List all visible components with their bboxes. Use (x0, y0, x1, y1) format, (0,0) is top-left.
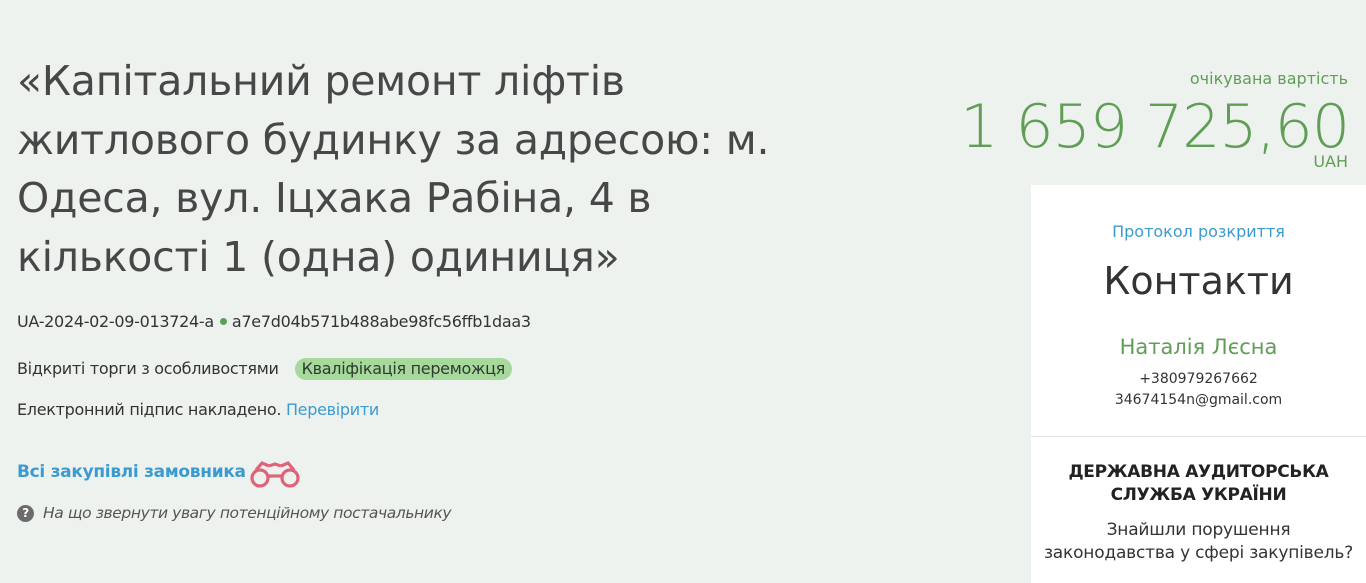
procedure-line: Відкриті торги з особливостями Кваліфікац… (17, 358, 513, 380)
verify-signature-link[interactable]: Перевірити (286, 400, 379, 419)
signature-line: Електронний підпис накладено. Перевірити (17, 400, 379, 419)
contacts-panel: Протокол розкриття Контакти Наталія Лєсн… (1031, 185, 1366, 583)
contact-email: 34674154n@gmail.com (1114, 392, 1283, 408)
signature-text: Електронний підпис накладено. (17, 400, 282, 419)
panel-divider (1031, 436, 1366, 437)
contacts-title: Контакти (1103, 259, 1294, 303)
expected-value-label: очікувана вартість (1189, 69, 1348, 88)
tender-id: UA-2024-02-09-013724-a (17, 312, 214, 331)
supplier-hint[interactable]: ? На що звернути увагу потенційному поста… (17, 504, 452, 522)
audit-title-line-2: СЛУЖБА УКРАЇНИ (1110, 485, 1287, 505)
contact-name: Наталія Лєсна (1119, 335, 1278, 359)
supplier-hint-text: На що звернути увагу потенційному постач… (43, 504, 452, 522)
all-customer-purchases-link[interactable]: Всі закупівлі замовника (17, 462, 246, 482)
procedure-type: Відкриті торги з особливостями (17, 359, 279, 378)
status-badge: Кваліфікація переможця (294, 358, 513, 380)
status-dot-icon (219, 318, 227, 325)
tender-id-line: UA-2024-02-09-013724-a a7e7d04b571b488abe… (17, 312, 531, 331)
audit-service-title[interactable]: ДЕРЖАВНА АУДИТОРСЬКА СЛУЖБА УКРАЇНИ (1031, 461, 1366, 507)
tender-title: «Капітальний ремонт ліфтів житлового буд… (17, 57, 770, 281)
audit-text-line-2: законодавства у сфері закупівель? (1043, 543, 1354, 563)
binoculars-icon[interactable] (248, 459, 304, 491)
tender-hash: a7e7d04b571b488abe98fc56ffb1daa3 (231, 312, 531, 331)
contact-phone: +380979267662 (1139, 371, 1258, 387)
audit-text-line-1: Знайшли порушення (1106, 520, 1291, 540)
audit-violation-text: Знайшли порушення законодавства у сфері … (1031, 519, 1366, 565)
protocol-link[interactable]: Протокол розкриття (1031, 222, 1366, 241)
expected-value-amount: 1 659 725,60 (960, 92, 1350, 162)
question-circle-icon: ? (17, 505, 34, 522)
currency-label: UAH (1313, 152, 1348, 171)
audit-title-line-1: ДЕРЖАВНА АУДИТОРСЬКА (1068, 462, 1329, 482)
